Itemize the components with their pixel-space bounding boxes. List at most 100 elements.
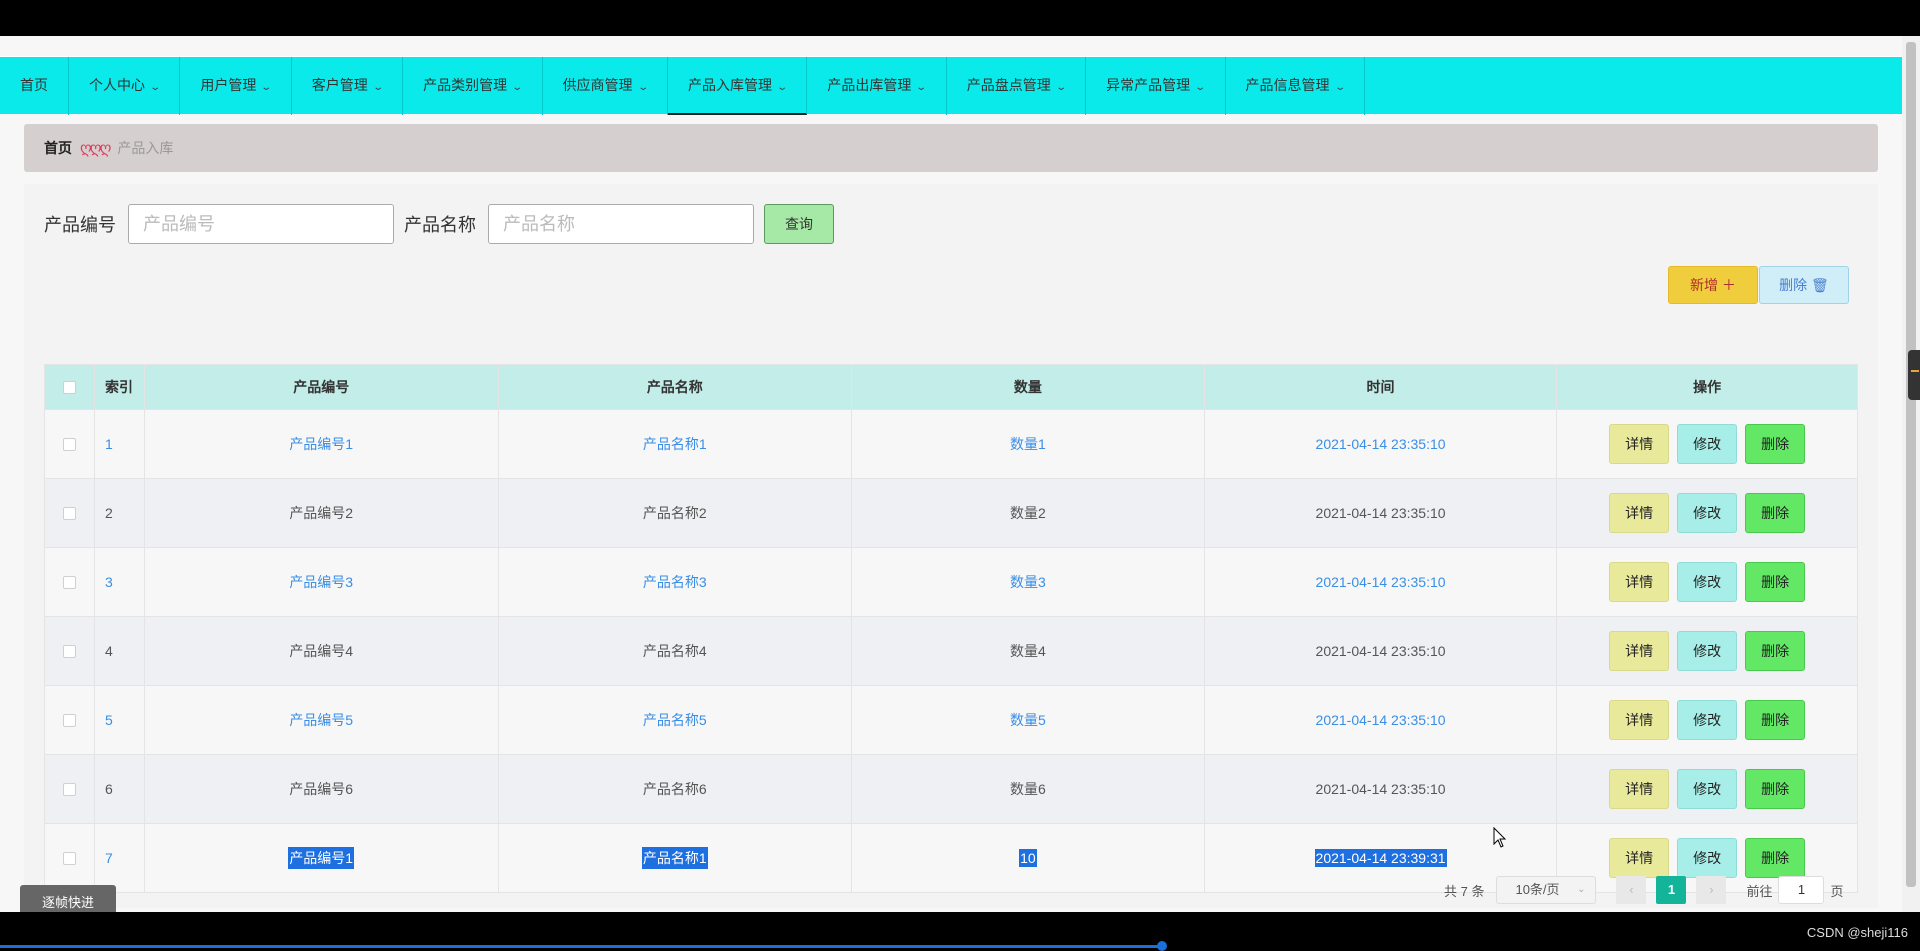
edit-button[interactable]: 修改 (1677, 700, 1738, 740)
cell-text: 2021-04-14 23:35:10 (1315, 643, 1446, 659)
nav-item-0[interactable]: 首页 (0, 57, 69, 115)
row-checkbox[interactable] (62, 851, 76, 865)
cell-time: 2021-04-14 23:35:10 (1205, 755, 1558, 823)
nav-item-label: 产品出库管理 (827, 77, 912, 93)
delete-button[interactable]: 删除 (1745, 562, 1806, 602)
cell-name: 产品名称6 (499, 755, 853, 823)
detail-button[interactable]: 详情 (1609, 562, 1670, 602)
nav-item-label: 客户管理 (311, 77, 368, 93)
cell-text: 数量5 (1010, 712, 1046, 728)
cell-text: 产品名称3 (642, 574, 707, 590)
detail-button[interactable]: 详情 (1609, 631, 1670, 671)
edit-button[interactable]: 修改 (1677, 631, 1738, 671)
table-row[interactable]: 5 产品编号5 产品名称5 数量5 2021-04-14 23:35:10 详情 修改 删除 (45, 685, 1857, 754)
delete-button[interactable]: 删除 (1745, 631, 1806, 671)
table-row[interactable]: 3 产品编号3 产品名称3 数量3 2021-04-14 23:35:10 详情 修改 删除 (45, 547, 1857, 616)
cell-code: 产品编号1 (145, 824, 499, 892)
nav-item-4[interactable]: 产品类别管理 ⌄ (403, 57, 543, 115)
nav-item-label: 产品信息管理 (1245, 77, 1330, 93)
chevron-down-icon: ⌄ (776, 82, 789, 93)
cell-text: 数量1 (1010, 436, 1046, 452)
side-drawer-handle[interactable] (1908, 350, 1920, 400)
header-code: 产品编号 (145, 365, 499, 409)
nav-item-5[interactable]: 供应商管理 ⌄ (543, 57, 668, 115)
cell-name: 产品名称5 (499, 686, 853, 754)
cell-text: 产品名称6 (642, 781, 707, 797)
selected-text: 产品名称1 (641, 847, 708, 869)
edit-button[interactable]: 修改 (1677, 562, 1738, 602)
delete-button[interactable]: 删除 (1745, 700, 1806, 740)
cell-text: 产品名称2 (642, 505, 707, 521)
cell-index: 6 (95, 755, 145, 823)
nav-item-2[interactable]: 用户管理 ⌄ (180, 57, 292, 115)
delete-button[interactable]: 删除 (1745, 769, 1806, 809)
nav-item-9[interactable]: 异常产品管理 ⌄ (1086, 57, 1226, 115)
detail-button[interactable]: 详情 (1609, 769, 1670, 809)
cell-code: 产品编号6 (145, 755, 499, 823)
breadcrumb-current: 产品入库 (117, 140, 174, 156)
delete-button[interactable]: 删除 (1745, 838, 1806, 878)
cell-code: 产品编号1 (145, 410, 499, 478)
product-name-input[interactable] (488, 204, 754, 244)
table-row[interactable]: 6 产品编号6 产品名称6 数量6 2021-04-14 23:35:10 详情 修改 删除 (45, 754, 1857, 823)
goto-prefix: 前往 (1746, 883, 1773, 899)
cell-time: 2021-04-14 23:35:10 (1205, 686, 1558, 754)
video-progress-bar[interactable] (0, 945, 1162, 948)
chevron-down-icon: ⌄ (511, 82, 524, 93)
nav-item-3[interactable]: 客户管理 ⌄ (292, 57, 404, 115)
detail-button[interactable]: 详情 (1609, 838, 1670, 878)
row-checkbox[interactable] (62, 437, 76, 451)
cell-ops: 详情 修改 删除 (1557, 755, 1857, 823)
scrollbar-thumb[interactable] (1906, 42, 1916, 887)
row-checkbox[interactable] (62, 782, 76, 796)
delete-button[interactable]: 删除 (1745, 424, 1806, 464)
cell-code: 产品编号4 (145, 617, 499, 685)
next-page-button[interactable]: › (1696, 876, 1727, 904)
detail-button[interactable]: 详情 (1609, 700, 1670, 740)
search-row: 产品编号 产品名称 查询 (44, 204, 834, 244)
delete-button[interactable]: 删除 (1745, 493, 1806, 533)
handle-mark-icon (1911, 370, 1919, 372)
table-row[interactable]: 4 产品编号4 产品名称4 数量4 2021-04-14 23:35:10 详情 修改 删除 (45, 616, 1857, 685)
main-panel: 产品编号 产品名称 查询 新增 ＋ 删除 🗑 索引 产品编号 产品名称 数量 时… (24, 184, 1878, 908)
nav-item-10[interactable]: 产品信息管理 ⌄ (1226, 57, 1365, 115)
nav-item-1[interactable]: 个人中心 ⌄ (69, 57, 181, 115)
row-checkbox[interactable] (62, 713, 76, 727)
row-checkbox[interactable] (62, 644, 76, 658)
batch-delete-button[interactable]: 删除 🗑 (1759, 266, 1849, 304)
page-size-select[interactable]: 10条/页 ⌄ (1496, 876, 1597, 904)
detail-button[interactable]: 详情 (1609, 424, 1670, 464)
row-checkbox[interactable] (62, 575, 76, 589)
app-content: 首页 个人中心 ⌄ 用户管理 ⌄ 客户管理 ⌄ 产品类别管理 ⌄ 供应商管理 ⌄ 产品入库管理 ⌄ 产品出… (0, 36, 1902, 912)
product-code-input[interactable] (128, 204, 394, 244)
page-number-current[interactable]: 1 (1656, 876, 1687, 904)
nav-item-6[interactable]: 产品入库管理 ⌄ (667, 57, 808, 115)
cell-ops: 详情 修改 删除 (1557, 617, 1857, 685)
cell-text: 产品编号4 (289, 643, 354, 659)
nav-item-7[interactable]: 产品出库管理 ⌄ (807, 57, 947, 115)
breadcrumb-home[interactable]: 首页 (44, 138, 72, 158)
cell-index: 4 (95, 617, 145, 685)
cell-quantity: 数量4 (852, 617, 1205, 685)
select-all-checkbox[interactable] (62, 380, 76, 394)
goto-page-input[interactable]: 1 (1778, 876, 1825, 904)
search-button[interactable]: 查询 (764, 204, 834, 244)
row-checkbox-cell (45, 548, 95, 616)
page-size-value: 10条/页 (1515, 882, 1560, 897)
table-row[interactable]: 1 产品编号1 产品名称1 数量1 2021-04-14 23:35:10 详情 修改 删除 (45, 409, 1857, 478)
cell-text: 产品名称1 (642, 436, 707, 452)
nav-item-8[interactable]: 产品盘点管理 ⌄ (947, 57, 1087, 115)
row-checkbox-cell (45, 755, 95, 823)
table-row[interactable]: 2 产品编号2 产品名称2 数量2 2021-04-14 23:35:10 详情 修改 删除 (45, 478, 1857, 547)
add-button[interactable]: 新增 ＋ (1668, 266, 1758, 304)
cell-time: 2021-04-14 23:35:10 (1205, 479, 1558, 547)
cell-text: 产品编号6 (289, 781, 354, 797)
edit-button[interactable]: 修改 (1677, 424, 1738, 464)
edit-button[interactable]: 修改 (1677, 838, 1738, 878)
edit-button[interactable]: 修改 (1677, 493, 1738, 533)
edit-button[interactable]: 修改 (1677, 769, 1738, 809)
top-black-bar (0, 0, 1920, 36)
detail-button[interactable]: 详情 (1609, 493, 1670, 533)
prev-page-button[interactable]: ‹ (1616, 876, 1647, 904)
row-checkbox[interactable] (62, 506, 76, 520)
